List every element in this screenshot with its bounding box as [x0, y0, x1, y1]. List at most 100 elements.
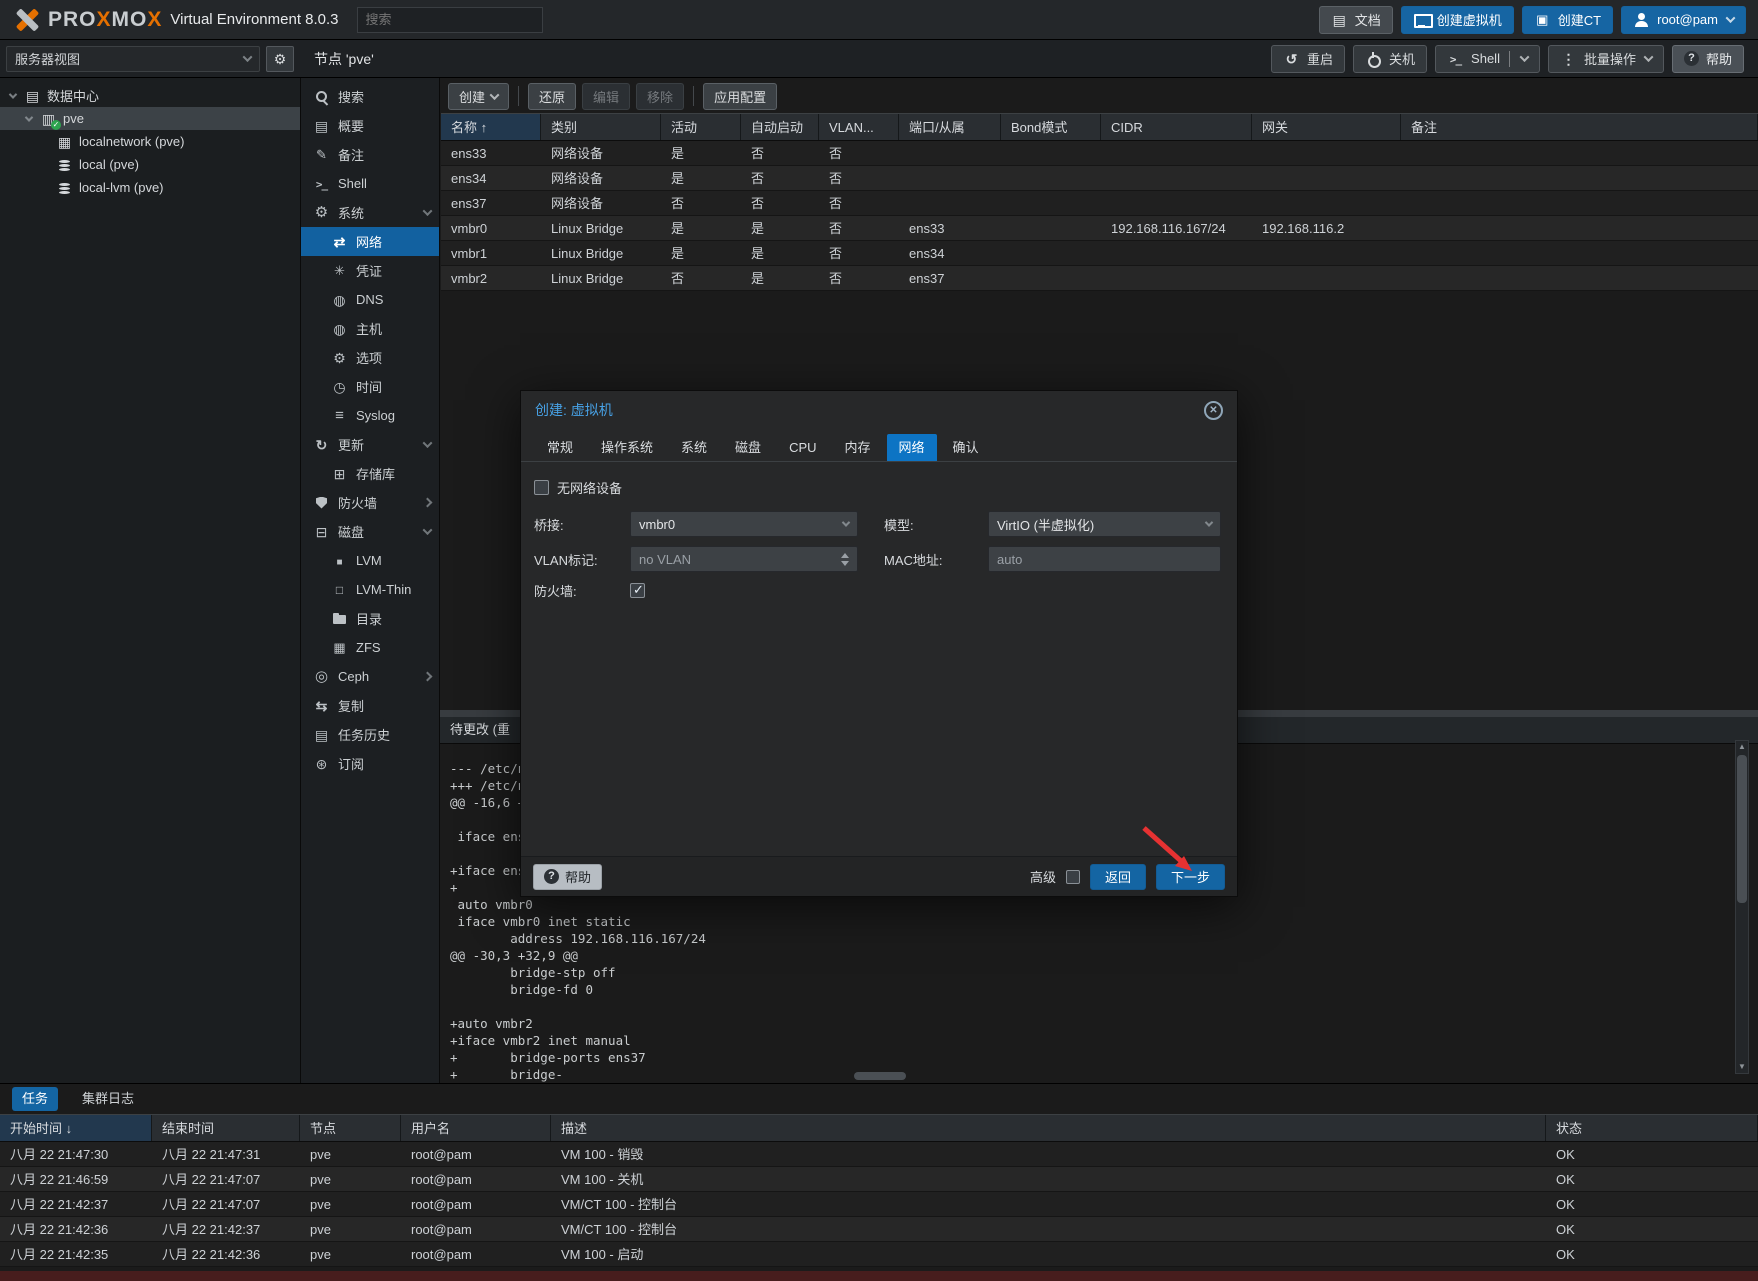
menu-item-repositories[interactable]: 存储库: [301, 459, 439, 488]
column-header-node[interactable]: 节点: [300, 1115, 401, 1141]
horizontal-scrollbar-thumb[interactable]: [854, 1072, 906, 1080]
tree-item-node-pve[interactable]: pve: [0, 107, 300, 130]
table-row[interactable]: ens33 网络设备 是 否 否: [441, 141, 1758, 166]
shutdown-button[interactable]: 关机: [1353, 44, 1428, 73]
tab-network[interactable]: 网络: [886, 434, 937, 461]
menu-item-hosts[interactable]: 主机: [301, 314, 439, 343]
menu-item-network[interactable]: 网络: [301, 227, 439, 256]
no-network-checkbox[interactable]: [534, 479, 549, 495]
model-combobox[interactable]: VirtIO (半虚拟化): [988, 511, 1221, 537]
view-selector[interactable]: 服务器视图: [6, 45, 260, 72]
menu-item-lvm[interactable]: LVM: [301, 546, 439, 575]
tab-memory[interactable]: 内存: [833, 434, 883, 461]
tab-general[interactable]: 常规: [535, 434, 585, 461]
column-header-username[interactable]: 用户名: [401, 1115, 551, 1141]
task-row[interactable]: 八月 22 21:42:35 八月 22 21:42:36 pve root@pam V…: [0, 1242, 1758, 1267]
menu-item-dns[interactable]: DNS: [301, 285, 439, 314]
column-header-start-time[interactable]: 开始时间 ↓: [0, 1115, 152, 1141]
task-row[interactable]: 八月 22 21:42:37 八月 22 21:47:07 pve root@pam V…: [0, 1192, 1758, 1217]
menu-item-task-history[interactable]: 任务历史: [301, 720, 439, 749]
user-menu-button[interactable]: root@pam: [1621, 5, 1746, 34]
menu-item-summary[interactable]: 概要: [301, 111, 439, 140]
revert-button[interactable]: 还原: [528, 82, 577, 110]
tab-confirm[interactable]: 确认: [941, 434, 991, 461]
column-header-active[interactable]: 活动: [661, 114, 741, 140]
column-header-end-time[interactable]: 结束时间: [152, 1115, 300, 1141]
menu-item-subscription[interactable]: 订阅: [301, 749, 439, 778]
scroll-down-icon[interactable]: ▼: [1736, 1061, 1748, 1073]
advanced-checkbox[interactable]: [1065, 869, 1080, 884]
menu-item-ceph[interactable]: Ceph: [301, 662, 439, 691]
shell-button[interactable]: Shell: [1435, 44, 1540, 73]
task-row[interactable]: 八月 22 21:42:36 八月 22 21:42:37 pve root@pam V…: [0, 1217, 1758, 1242]
column-header-status[interactable]: 状态: [1546, 1115, 1758, 1141]
menu-item-certificates[interactable]: 凭证: [301, 256, 439, 285]
chevron-right-icon[interactable]: [422, 671, 433, 682]
task-row[interactable]: 八月 22 21:47:30 八月 22 21:47:31 pve root@pam V…: [0, 1142, 1758, 1167]
menu-item-shell[interactable]: Shell: [301, 169, 439, 198]
documentation-button[interactable]: 文档: [1318, 5, 1393, 34]
chevron-down-icon[interactable]: [422, 525, 433, 536]
menu-item-directory[interactable]: 目录: [301, 604, 439, 633]
column-header-bond-mode[interactable]: Bond模式: [1001, 114, 1101, 140]
next-button[interactable]: 下一步: [1155, 863, 1225, 890]
column-header-type[interactable]: 类别: [541, 114, 661, 140]
close-icon[interactable]: ✕: [1204, 400, 1223, 420]
tree-item-storage-local-lvm[interactable]: local-lvm (pve): [0, 176, 300, 199]
create-vm-button[interactable]: 创建虚拟机: [1400, 5, 1514, 34]
dialog-help-button[interactable]: ? 帮助: [533, 863, 603, 890]
edit-button[interactable]: 编辑: [582, 82, 631, 110]
table-row[interactable]: vmbr2 Linux Bridge 否 是 否 ens37: [441, 266, 1758, 291]
column-header-description[interactable]: 描述: [551, 1115, 1546, 1141]
global-search-input[interactable]: [356, 6, 543, 33]
column-header-cidr[interactable]: CIDR: [1101, 114, 1252, 140]
column-header-gateway[interactable]: 网关: [1252, 114, 1401, 140]
tab-cpu[interactable]: CPU: [777, 434, 828, 461]
task-row[interactable]: 八月 22 21:46:59 八月 22 21:47:07 pve root@pam V…: [0, 1167, 1758, 1192]
column-header-autostart[interactable]: 自动启动: [741, 114, 819, 140]
column-header-name[interactable]: 名称 ↑: [441, 114, 541, 140]
remove-button[interactable]: 移除: [636, 82, 685, 110]
bridge-combobox[interactable]: vmbr0: [630, 511, 858, 537]
menu-item-lvm-thin[interactable]: LVM-Thin: [301, 575, 439, 604]
firewall-checkbox[interactable]: [630, 582, 645, 598]
column-header-vlan[interactable]: VLAN...: [819, 114, 899, 140]
tab-os[interactable]: 操作系统: [589, 434, 665, 461]
table-row[interactable]: vmbr0 Linux Bridge 是 是 否 ens33 192.168.116.167…: [441, 216, 1758, 241]
mac-address-input[interactable]: auto: [988, 546, 1221, 572]
table-row[interactable]: ens34 网络设备 是 否 否: [441, 166, 1758, 191]
menu-item-firewall[interactable]: 防火墙: [301, 488, 439, 517]
tab-tasks[interactable]: 任务: [12, 1087, 59, 1111]
back-button[interactable]: 返回: [1089, 863, 1146, 890]
chevron-down-icon[interactable]: [422, 206, 433, 217]
tab-system[interactable]: 系统: [669, 434, 719, 461]
chevron-down-icon[interactable]: [422, 438, 433, 449]
menu-item-search[interactable]: 搜索: [301, 82, 439, 111]
scroll-up-icon[interactable]: ▲: [1736, 741, 1748, 753]
menu-item-system[interactable]: 系统: [301, 198, 439, 227]
menu-item-zfs[interactable]: ZFS: [301, 633, 439, 662]
vertical-scrollbar[interactable]: ▲ ▼: [1735, 740, 1749, 1074]
create-button[interactable]: 创建: [448, 82, 510, 110]
menu-item-options[interactable]: 选项: [301, 343, 439, 372]
create-ct-button[interactable]: 创建CT: [1521, 5, 1614, 34]
bulk-actions-button[interactable]: 批量操作: [1547, 44, 1664, 73]
table-row[interactable]: vmbr1 Linux Bridge 是 是 否 ens34: [441, 241, 1758, 266]
help-button[interactable]: ? 帮助: [1671, 44, 1744, 73]
tab-disks[interactable]: 磁盘: [723, 434, 773, 461]
tab-cluster-log[interactable]: 集群日志: [72, 1087, 144, 1111]
scrollbar-thumb[interactable]: [1737, 755, 1747, 903]
expander-icon[interactable]: [8, 89, 18, 99]
column-header-ports[interactable]: 端口/从属: [899, 114, 1001, 140]
expander-icon[interactable]: [24, 112, 34, 122]
tree-settings-button[interactable]: [266, 45, 294, 72]
chevron-right-icon[interactable]: [422, 497, 433, 508]
menu-item-notes[interactable]: 备注: [301, 140, 439, 169]
menu-item-time[interactable]: 时间: [301, 372, 439, 401]
task-row-error-partial[interactable]: [0, 1271, 1758, 1281]
table-row[interactable]: ens37 网络设备 否 否 否: [441, 191, 1758, 216]
tree-item-localnetwork[interactable]: localnetwork (pve): [0, 130, 300, 153]
vlan-tag-spinner[interactable]: no VLAN: [630, 546, 858, 572]
menu-item-syslog[interactable]: Syslog: [301, 401, 439, 430]
tree-item-datacenter[interactable]: 数据中心: [0, 84, 300, 107]
